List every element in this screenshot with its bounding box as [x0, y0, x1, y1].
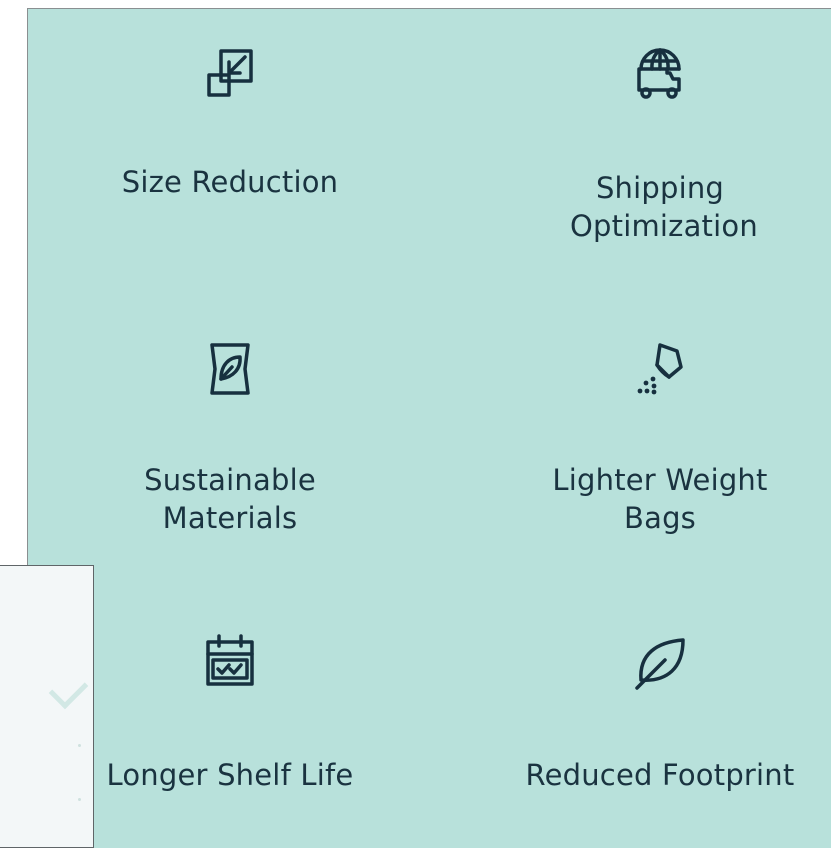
feature-label: Sustainable Materials: [144, 463, 316, 535]
leaf-icon: [635, 638, 685, 690]
feature-lighter-weight-bags: Lighter Weight Bags: [520, 337, 800, 547]
feature-shipping-optimization: Shipping Optimization: [520, 45, 800, 255]
feature-reduced-footprint: Reduced Footprint: [520, 632, 800, 802]
faded-check-icon: [48, 669, 89, 710]
feature-label: Shipping Optimization: [570, 171, 758, 243]
faded-dot: [78, 744, 81, 747]
feature-label: Size Reduction: [121, 165, 339, 199]
calendar-check-icon: [206, 634, 254, 686]
pouring-bag-icon: [637, 343, 683, 395]
feature-label: Lighter Weight Bags: [552, 463, 768, 535]
feature-sustainable-materials: Sustainable Materials: [90, 337, 370, 547]
faded-dot: [78, 798, 81, 801]
feature-size-reduction: Size Reduction: [90, 45, 370, 215]
leaf-bag-icon: [210, 343, 250, 395]
globe-truck-icon: [637, 48, 681, 99]
feature-longer-shelf-life: Longer Shelf Life: [90, 632, 370, 802]
size-reduction-icon: [207, 49, 253, 97]
feature-label: Longer Shelf Life: [106, 758, 354, 792]
background-card: [0, 565, 94, 848]
feature-label: Reduced Footprint: [525, 758, 795, 792]
